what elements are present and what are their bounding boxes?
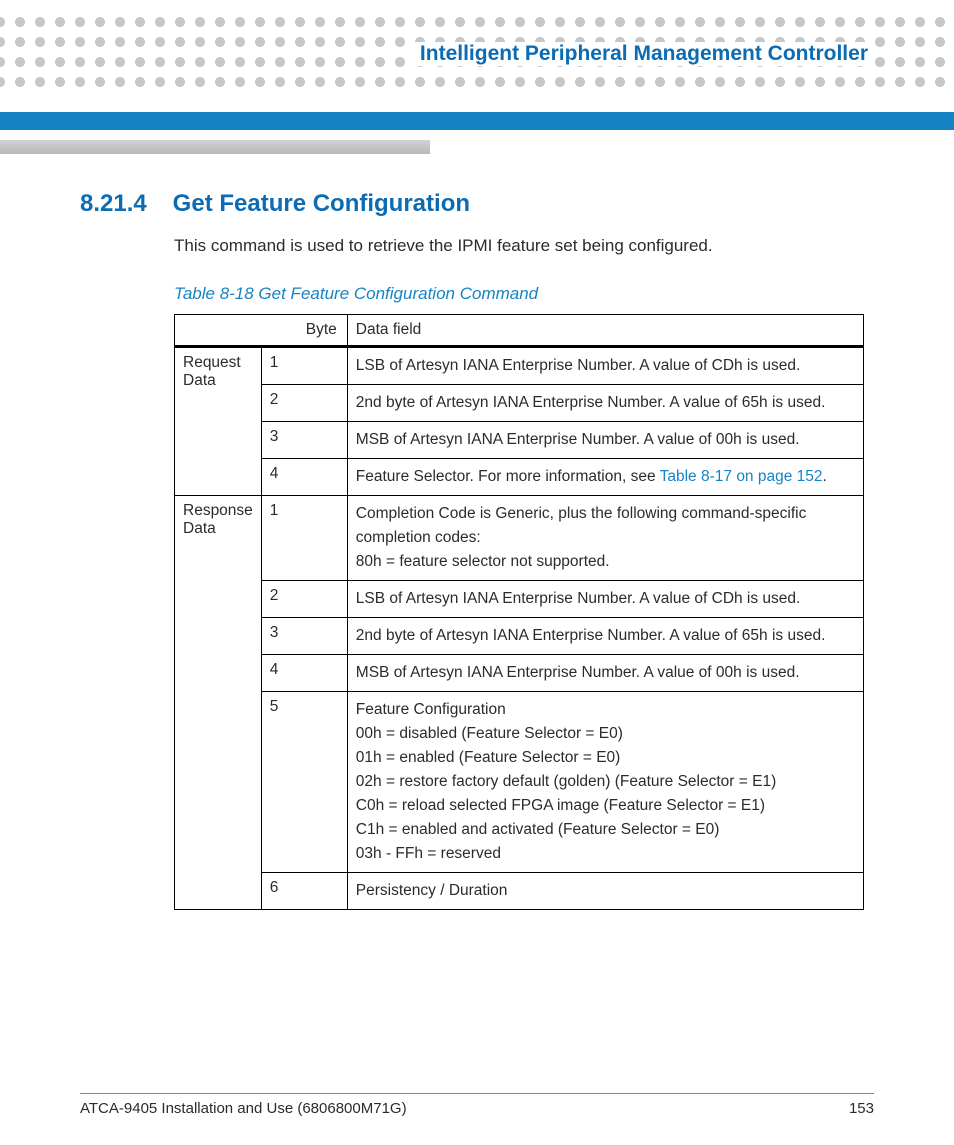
- table-caption: Table 8-18 Get Feature Configuration Com…: [174, 284, 874, 304]
- footer-page-number: 153: [849, 1100, 874, 1117]
- table-row: 32nd byte of Artesyn IANA Enterprise Num…: [175, 618, 864, 655]
- table-row: 6Persistency / Duration: [175, 873, 864, 910]
- datafield-cell: Persistency / Duration: [347, 873, 863, 910]
- page-footer: ATCA-9405 Installation and Use (6806800M…: [80, 1093, 874, 1117]
- table-row: Request Data1LSB of Artesyn IANA Enterpr…: [175, 347, 864, 385]
- table-row: Response Data1Completion Code is Generic…: [175, 496, 864, 581]
- section-intro: This command is used to retrieve the IPM…: [174, 236, 874, 256]
- footer-doc-id: ATCA-9405 Installation and Use (6806800M…: [80, 1100, 407, 1117]
- byte-cell: 4: [261, 459, 347, 496]
- table-header-blank: [175, 315, 262, 347]
- datafield-cell: Feature Configuration00h = disabled (Fea…: [347, 692, 863, 873]
- byte-cell: 1: [261, 496, 347, 581]
- table-row: 3MSB of Artesyn IANA Enterprise Number. …: [175, 422, 864, 459]
- page-content: 8.21.4 Get Feature Configuration This co…: [80, 190, 874, 910]
- table-header-byte: Byte: [261, 315, 347, 347]
- datafield-cell: Completion Code is Generic, plus the fol…: [347, 496, 863, 581]
- header-grey-bar: [0, 140, 430, 154]
- header-blue-bar: [0, 112, 954, 130]
- datafield-cell: Feature Selector. For more information, …: [347, 459, 863, 496]
- datafield-cell: 2nd byte of Artesyn IANA Enterprise Numb…: [347, 385, 863, 422]
- byte-cell: 1: [261, 347, 347, 385]
- chapter-title: Intelligent Peripheral Management Contro…: [408, 42, 874, 66]
- table-row: 22nd byte of Artesyn IANA Enterprise Num…: [175, 385, 864, 422]
- table-header-row: Byte Data field: [175, 315, 864, 347]
- group-label: Request Data: [175, 347, 262, 496]
- datafield-cell: 2nd byte of Artesyn IANA Enterprise Numb…: [347, 618, 863, 655]
- command-table: Byte Data field Request Data1LSB of Arte…: [174, 314, 864, 910]
- table-row: 4MSB of Artesyn IANA Enterprise Number. …: [175, 655, 864, 692]
- byte-cell: 3: [261, 618, 347, 655]
- table-row: 4Feature Selector. For more information,…: [175, 459, 864, 496]
- byte-cell: 2: [261, 581, 347, 618]
- datafield-cell: LSB of Artesyn IANA Enterprise Number. A…: [347, 347, 863, 385]
- datafield-cell: LSB of Artesyn IANA Enterprise Number. A…: [347, 581, 863, 618]
- table-header-datafield: Data field: [347, 315, 863, 347]
- byte-cell: 6: [261, 873, 347, 910]
- datafield-cell: MSB of Artesyn IANA Enterprise Number. A…: [347, 655, 863, 692]
- table-row: 5Feature Configuration00h = disabled (Fe…: [175, 692, 864, 873]
- section-heading: 8.21.4 Get Feature Configuration: [80, 190, 874, 218]
- section-title: Get Feature Configuration: [173, 190, 470, 217]
- byte-cell: 3: [261, 422, 347, 459]
- byte-cell: 2: [261, 385, 347, 422]
- byte-cell: 4: [261, 655, 347, 692]
- table-row: 2LSB of Artesyn IANA Enterprise Number. …: [175, 581, 864, 618]
- datafield-cell: MSB of Artesyn IANA Enterprise Number. A…: [347, 422, 863, 459]
- section-number: 8.21.4: [80, 190, 166, 218]
- group-label: Response Data: [175, 496, 262, 910]
- byte-cell: 5: [261, 692, 347, 873]
- cross-reference-link[interactable]: Table 8-17 on page 152: [660, 468, 823, 485]
